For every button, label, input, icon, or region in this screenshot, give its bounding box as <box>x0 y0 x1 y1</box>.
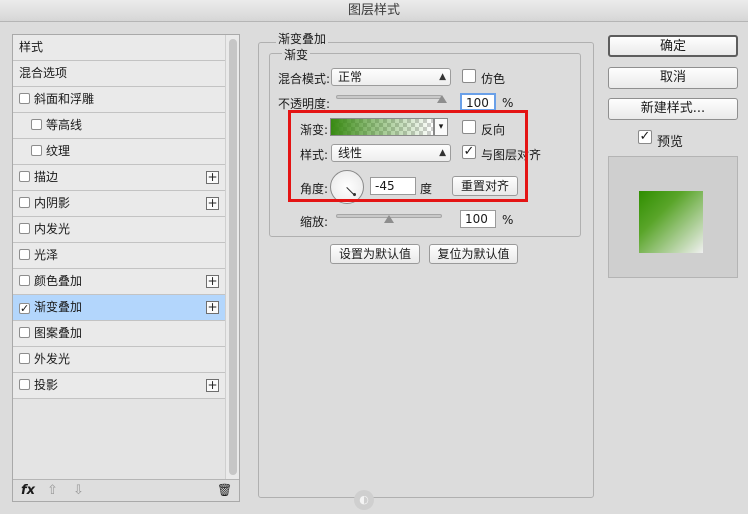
sidebar-item-checkbox[interactable]: ✓ <box>19 303 30 314</box>
dialog-body: 样式混合选项斜面和浮雕等高线纹理描边 + 内阴影 + 内发光光泽颜色叠加 + ✓ 渐变叠加 + 图… <box>0 22 748 514</box>
make-default-button[interactable]: 设置为默认值 <box>330 244 420 264</box>
sidebar-item-checkbox[interactable] <box>19 197 30 208</box>
sidebar-item[interactable]: 等高线 <box>13 113 225 139</box>
sidebar-item[interactable]: ✓ 渐变叠加 + <box>13 295 225 321</box>
sidebar-item[interactable]: 混合选项 <box>13 61 225 87</box>
sidebar-item-label: 渐变叠加 <box>34 300 83 314</box>
blend-mode-label: 混合模式: <box>278 72 331 86</box>
scale-unit: % <box>502 213 514 227</box>
sidebar-item-checkbox[interactable] <box>19 379 30 390</box>
add-effect-icon[interactable]: + <box>206 379 219 392</box>
sidebar-item[interactable]: 样式 <box>13 35 225 61</box>
sidebar-item-label: 纹理 <box>46 144 71 158</box>
sidebar-item[interactable]: 内阴影 + <box>13 191 225 217</box>
list-scrollbar-thumb[interactable] <box>229 39 237 475</box>
sidebar-item-label: 投影 <box>34 378 59 392</box>
dither-checkbox[interactable] <box>462 69 476 83</box>
opacity-slider-knob[interactable] <box>437 95 447 103</box>
new-style-button[interactable]: 新建样式... <box>608 98 738 120</box>
trash-icon[interactable]: 🗑 <box>217 483 232 497</box>
scale-label: 缩放: <box>300 215 329 229</box>
reset-to-default-button[interactable]: 复位为默认值 <box>429 244 518 264</box>
sidebar-item-label: 颜色叠加 <box>34 274 83 288</box>
opacity-unit: % <box>502 96 514 110</box>
sidebar-item[interactable]: 投影 + <box>13 373 225 399</box>
dither-label: 仿色 <box>481 72 506 86</box>
preview-label: 预览 <box>657 135 684 150</box>
effects-list-panel: 样式混合选项斜面和浮雕等高线纹理描边 + 内阴影 + 内发光光泽颜色叠加 + ✓ 渐变叠加 + 图… <box>12 34 240 502</box>
sidebar-item-label: 混合选项 <box>19 66 68 80</box>
style-preview <box>608 156 738 278</box>
preview-swatch <box>639 191 703 253</box>
sidebar-item-label: 光泽 <box>34 248 59 262</box>
fx-icon[interactable]: fx <box>21 483 35 498</box>
select-arrows-icon: ▲ <box>439 72 446 82</box>
sidebar-item[interactable]: 纹理 <box>13 139 225 165</box>
add-effect-icon[interactable]: + <box>206 301 219 314</box>
effects-list: 样式混合选项斜面和浮雕等高线纹理描边 + 内阴影 + 内发光光泽颜色叠加 + ✓ 渐变叠加 + 图… <box>13 35 225 479</box>
scale-slider-knob[interactable] <box>384 215 394 223</box>
scale-input[interactable]: 100 <box>460 210 496 228</box>
sidebar-item-checkbox[interactable] <box>19 327 30 338</box>
sidebar-item-checkbox[interactable] <box>31 145 42 156</box>
move-down-icon[interactable]: ⇩ <box>73 483 84 498</box>
watermark-logo: ◐ <box>354 490 374 510</box>
add-effect-icon[interactable]: + <box>206 275 219 288</box>
sidebar-item[interactable]: 描边 + <box>13 165 225 191</box>
sidebar-item[interactable]: 图案叠加 <box>13 321 225 347</box>
sidebar-item-label: 样式 <box>19 40 44 54</box>
sidebar-item[interactable]: 光泽 <box>13 243 225 269</box>
sidebar-item-label: 等高线 <box>46 118 83 132</box>
list-footer: fx ⇧ ⇩ 🗑 <box>13 479 239 501</box>
blend-mode-select[interactable]: 正常 ▲ <box>331 68 451 86</box>
sidebar-item-label: 描边 <box>34 170 59 184</box>
opacity-slider[interactable] <box>336 95 442 99</box>
sidebar-item-label: 斜面和浮雕 <box>34 92 95 106</box>
group-title: 渐变叠加 <box>276 30 329 47</box>
sidebar-item[interactable]: 颜色叠加 + <box>13 269 225 295</box>
sidebar-item-checkbox[interactable] <box>31 119 42 130</box>
sidebar-item-label: 内发光 <box>34 222 71 236</box>
sidebar-item[interactable]: 斜面和浮雕 <box>13 87 225 113</box>
sidebar-item-label: 图案叠加 <box>34 326 83 340</box>
ok-button[interactable]: 确定 <box>608 35 738 57</box>
sidebar-item-checkbox[interactable] <box>19 249 30 260</box>
preview-checkbox[interactable]: ✓ <box>638 130 652 144</box>
blend-mode-value: 正常 <box>338 70 363 84</box>
window-title: 图层样式 <box>0 0 748 22</box>
move-up-icon[interactable]: ⇧ <box>47 483 58 498</box>
subgroup-title: 渐变 <box>282 46 311 63</box>
sidebar-item[interactable]: 外发光 <box>13 347 225 373</box>
sidebar-item-checkbox[interactable] <box>19 171 30 182</box>
add-effect-icon[interactable]: + <box>206 171 219 184</box>
sidebar-item-checkbox[interactable] <box>19 223 30 234</box>
opacity-input[interactable]: 100 <box>460 93 496 111</box>
sidebar-item[interactable]: 内发光 <box>13 217 225 243</box>
list-scrollbar[interactable] <box>225 35 239 479</box>
sidebar-item-checkbox[interactable] <box>19 275 30 286</box>
sidebar-item-checkbox[interactable] <box>19 353 30 364</box>
sidebar-item-checkbox[interactable] <box>19 93 30 104</box>
add-effect-icon[interactable]: + <box>206 197 219 210</box>
cancel-button[interactable]: 取消 <box>608 67 738 89</box>
highlight-box <box>288 110 528 202</box>
sidebar-item-label: 内阴影 <box>34 196 71 210</box>
sidebar-item-label: 外发光 <box>34 352 71 366</box>
